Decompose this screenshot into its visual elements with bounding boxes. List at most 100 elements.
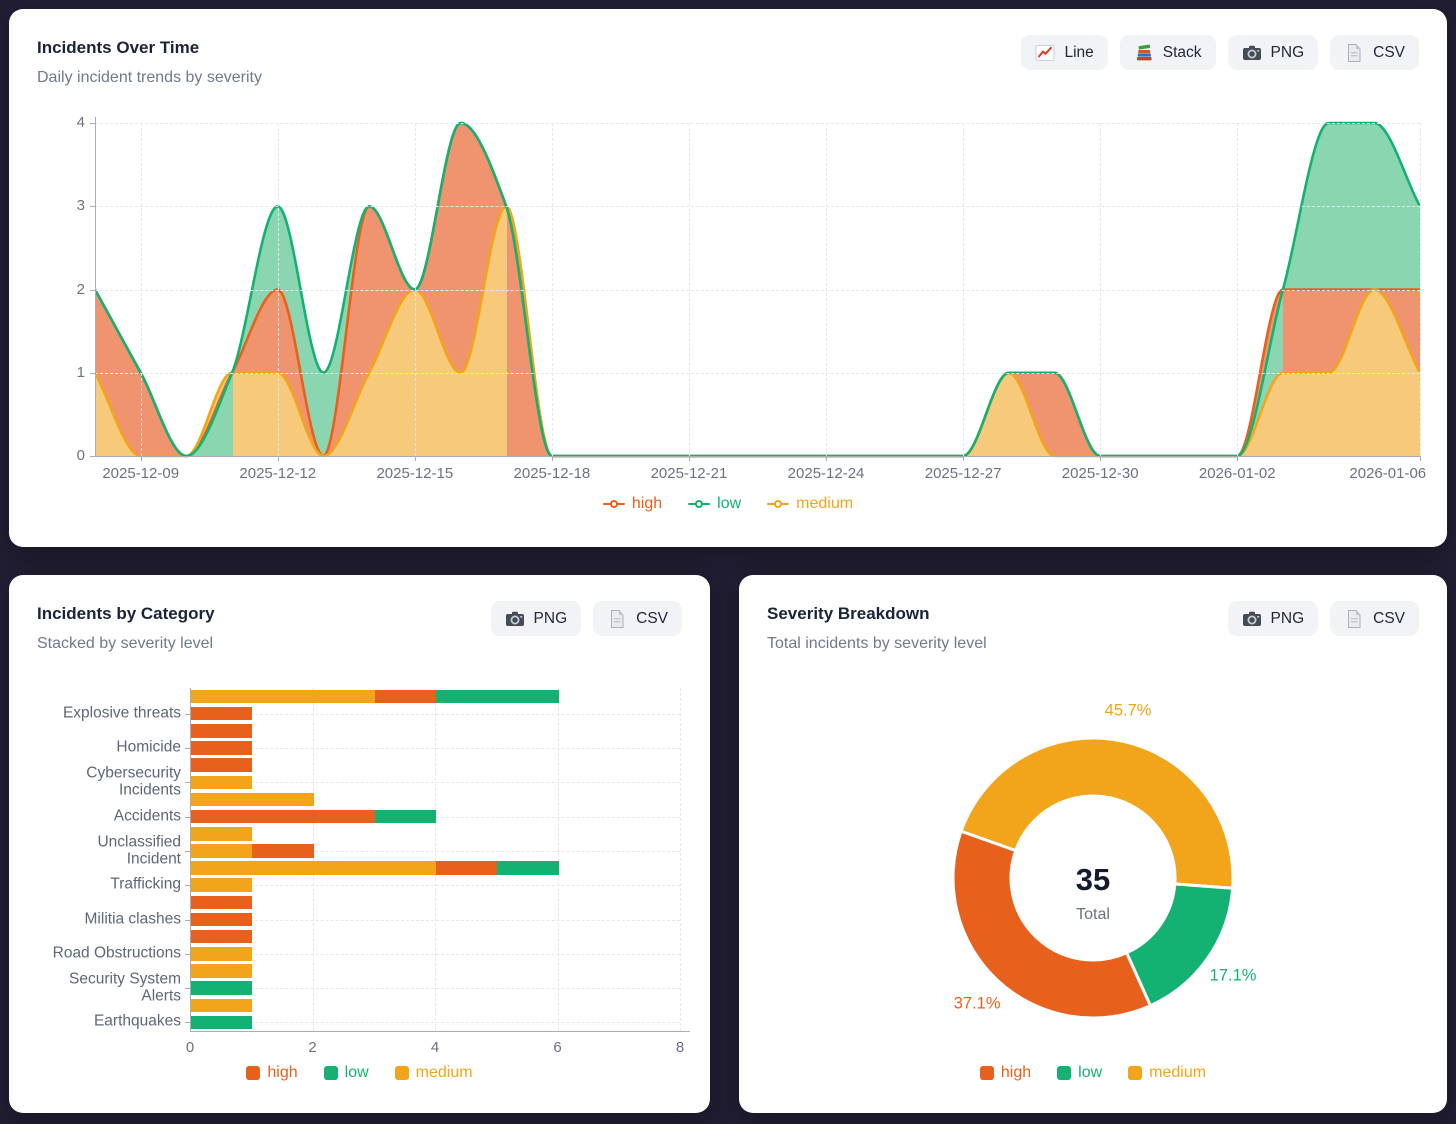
bar-segment-low[interactable]	[375, 810, 436, 824]
gridline-horizontal	[95, 373, 1420, 374]
bar-segment-medium[interactable]	[191, 844, 252, 858]
gridline-horizontal	[190, 885, 680, 886]
bar-segment-medium[interactable]	[191, 776, 252, 790]
gridline-vertical	[689, 123, 690, 456]
bar-segment-medium[interactable]	[191, 861, 436, 875]
donut-total-value: 35	[1076, 862, 1110, 898]
legend-item-low[interactable]: low	[688, 495, 741, 513]
png-button[interactable]: PNG	[491, 601, 582, 636]
x-axis-label: 2025-12-09	[102, 465, 179, 482]
incidents-over-time-card: Incidents Over Time Daily incident trend…	[9, 9, 1447, 547]
gridline-horizontal	[95, 206, 1420, 207]
gridline-vertical	[558, 688, 559, 1031]
x-axis-tick	[141, 456, 142, 461]
gridline-horizontal	[190, 714, 680, 715]
gridline-horizontal	[190, 920, 680, 921]
legend-line-marker	[688, 499, 710, 509]
x-axis-tick	[1100, 456, 1101, 461]
legend-label: high	[632, 495, 662, 513]
bar-segment-high[interactable]	[191, 758, 252, 772]
bar-segment-medium[interactable]	[191, 827, 252, 841]
gridline-vertical	[1100, 123, 1101, 456]
bar-segment-high[interactable]	[436, 861, 497, 875]
line-button[interactable]: Line	[1021, 35, 1107, 70]
bar-segment-low[interactable]	[191, 1016, 252, 1030]
bar-segment-high[interactable]	[191, 930, 252, 944]
bar-segment-high[interactable]	[191, 724, 252, 738]
legend-item-high[interactable]: high	[603, 495, 662, 513]
x-axis-tick	[415, 456, 416, 461]
bar-segment-medium[interactable]	[191, 964, 252, 978]
bar-segment-high[interactable]	[191, 913, 252, 927]
x-axis-tick	[552, 456, 553, 461]
legend-item-high[interactable]: high	[246, 1064, 297, 1082]
x-axis-label: 2025-12-18	[514, 465, 591, 482]
bar-segment-high[interactable]	[252, 844, 313, 858]
bar-segment-medium[interactable]	[191, 947, 252, 961]
bar-segment-medium[interactable]	[191, 999, 252, 1013]
csv-button[interactable]: CSV	[593, 601, 682, 636]
gridline-vertical	[415, 123, 416, 456]
gridline-vertical	[680, 688, 681, 1031]
bar-segment-low[interactable]	[497, 861, 558, 875]
x-axis-label: 2026-01-02	[1199, 465, 1276, 482]
donut-slice-high[interactable]	[953, 831, 1150, 1018]
png-button[interactable]: PNG	[1228, 35, 1319, 70]
gridline-horizontal	[190, 954, 680, 955]
bar-segment-low[interactable]	[436, 690, 559, 704]
gridline-horizontal	[95, 290, 1420, 291]
x-axis-label: 0	[186, 1039, 194, 1056]
y-axis-tick	[90, 206, 95, 207]
legend-line-marker	[603, 499, 625, 509]
y-axis-label: 3	[77, 197, 85, 214]
x-axis-label: 2025-12-15	[376, 465, 453, 482]
x-axis-line	[190, 1031, 690, 1032]
button-label: Line	[1064, 44, 1093, 62]
bar-segment-medium[interactable]	[191, 793, 314, 807]
category-label: Earthquakes	[94, 1014, 181, 1031]
bar-segment-medium[interactable]	[191, 690, 375, 704]
x-axis-label: 2025-12-24	[788, 465, 865, 482]
legend-item-low[interactable]: low	[324, 1064, 369, 1082]
x-axis-tick	[963, 456, 964, 461]
y-axis-line	[95, 117, 96, 456]
bar-segment-high[interactable]	[191, 896, 252, 910]
y-axis-label: 4	[77, 114, 85, 131]
legend-item-medium[interactable]: medium	[395, 1064, 473, 1082]
line-chart-icon	[1035, 43, 1055, 63]
x-axis-line	[95, 456, 1420, 457]
legend-swatch	[324, 1066, 338, 1080]
x-axis-label: 4	[431, 1039, 439, 1056]
file-icon	[1344, 43, 1364, 63]
gridline-horizontal	[95, 123, 1420, 124]
legend-label: high	[267, 1064, 297, 1082]
card-subtitle: Daily incident trends by severity	[37, 69, 262, 87]
legend-marker-dot	[695, 500, 703, 508]
x-axis-label: 6	[553, 1039, 561, 1056]
category-label: Homicide	[116, 740, 181, 757]
button-label: PNG	[1271, 44, 1305, 62]
y-axis-label: 1	[77, 364, 85, 381]
books-icon	[1134, 43, 1154, 63]
bar-segment-high[interactable]	[375, 690, 436, 704]
gridline-horizontal	[190, 748, 680, 749]
legend-swatch	[395, 1066, 409, 1080]
bar-segment-low[interactable]	[191, 981, 252, 995]
csv-button[interactable]: CSV	[1330, 35, 1419, 70]
x-axis-label: 2025-12-27	[925, 465, 1002, 482]
card-title: Incidents Over Time	[37, 38, 199, 58]
bar-segment-high[interactable]	[191, 707, 252, 721]
legend-label: medium	[796, 495, 853, 513]
legend-item-medium[interactable]: medium	[767, 495, 853, 513]
bar-segment-medium[interactable]	[191, 878, 252, 892]
stack-button[interactable]: Stack	[1120, 35, 1216, 70]
gridline-vertical	[1237, 123, 1238, 456]
gridline-horizontal	[190, 782, 680, 783]
pie-percentage-label: 37.1%	[954, 994, 1001, 1013]
bar-segment-high[interactable]	[191, 741, 252, 755]
button-label: Stack	[1163, 44, 1202, 62]
category-label: Road Obstructions	[53, 945, 181, 962]
bar-segment-high[interactable]	[191, 810, 375, 824]
gridline-vertical	[826, 123, 827, 456]
incidents-by-category-card: Incidents by Category Stacked by severit…	[9, 575, 710, 1113]
